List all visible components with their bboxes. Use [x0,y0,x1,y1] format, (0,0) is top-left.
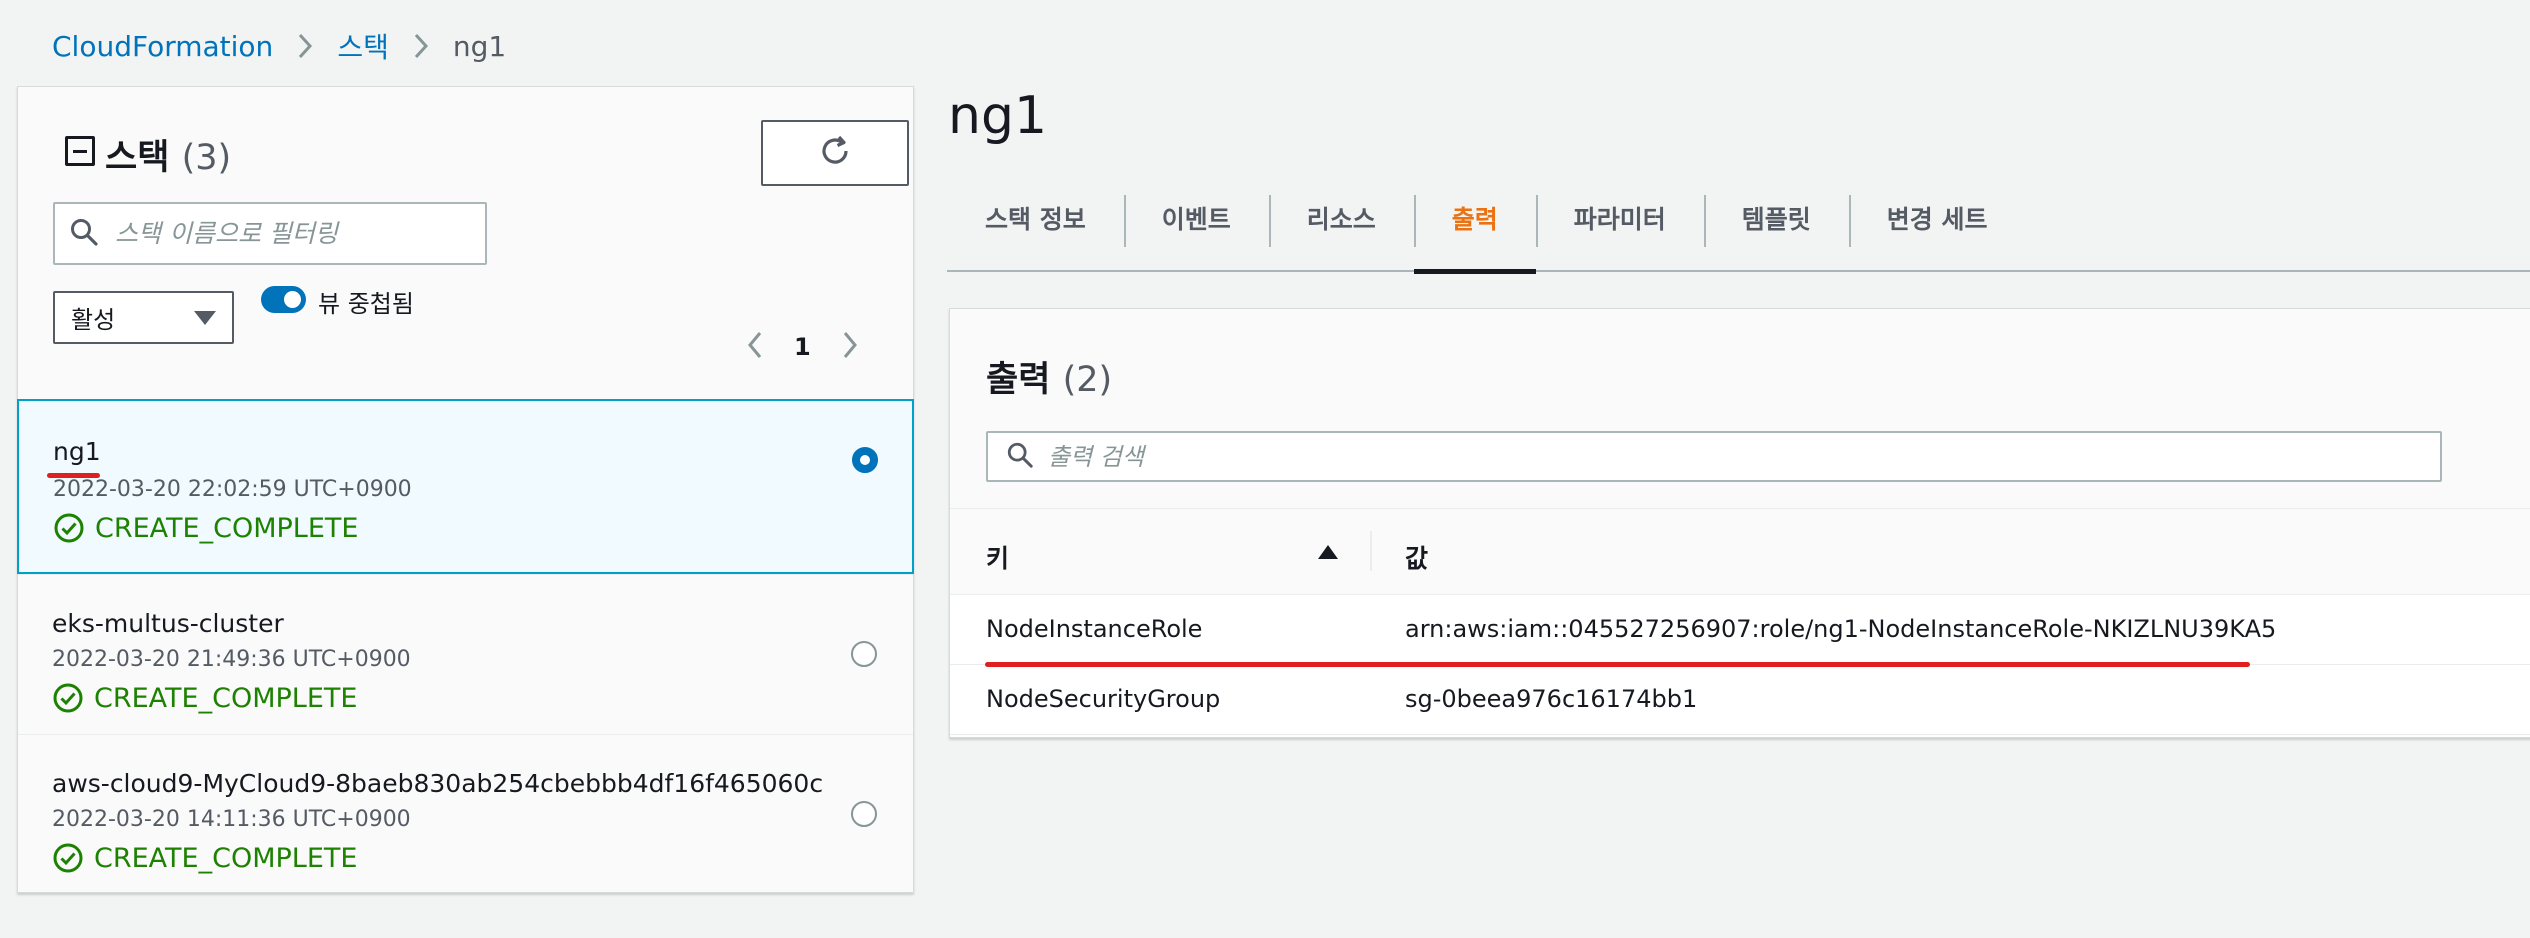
stack-list: ng1 2022-03-20 22:02:59 UTC+0900 CREATE_… [17,399,914,894]
outputs-search-field [986,431,2442,482]
stacks-title-text: 스택 [105,138,170,178]
stack-created-time: 2022-03-20 22:02:59 UTC+0900 [53,477,412,502]
output-key: NodeSecurityGroup [986,685,1221,713]
tab-parameters[interactable]: 파라미터 [1535,182,1704,272]
stack-status: CREATE_COMPLETE [52,682,357,714]
collapse-icon[interactable] [65,136,95,166]
page-number[interactable]: 1 [794,333,811,361]
tab-change-sets[interactable]: 변경 세트 [1848,182,2026,272]
column-header-key[interactable]: 키 [986,539,1009,575]
stacks-count: (3) [181,138,232,178]
stacks-panel-title: 스택 (3) [105,129,231,180]
stack-status-text: CREATE_COMPLETE [94,842,358,874]
stacks-panel: 스택 (3) 활성 뷰 중첩됨 [17,86,914,893]
status-filter-value: 활성 [71,306,116,334]
output-value: arn:aws:iam::045527256907:role/ng1-NodeI… [1405,615,2277,643]
pagination: 1 [746,327,859,367]
check-circle-icon [52,682,84,714]
stack-item-ng1[interactable]: ng1 2022-03-20 22:02:59 UTC+0900 CREATE_… [17,399,914,574]
column-header-value: 값 [1405,544,1429,573]
outputs-panel: 출력 (2) 키 값 NodeInstanceRole arn:aws:iam:… [949,308,2530,738]
stack-filter-input[interactable] [115,219,485,248]
stack-name[interactable]: aws-cloud9-MyCloud9-8baeb830ab254cbebbb4… [52,769,823,798]
search-icon [69,217,99,251]
stack-radio[interactable] [851,641,877,667]
stack-radio-selected[interactable] [852,447,878,473]
outputs-search-input[interactable] [1048,442,2440,471]
stack-name[interactable]: eks-multus-cluster [52,609,284,638]
stack-status-text: CREATE_COMPLETE [94,682,358,714]
outputs-header: 출력 (2) [950,309,2530,509]
nested-view-label: 뷰 중첩됨 [318,290,414,318]
stack-name[interactable]: ng1 [53,437,101,466]
stack-status-text: CREATE_COMPLETE [95,512,359,544]
breadcrumb-current: ng1 [452,29,507,63]
nested-view-toggle[interactable] [261,286,306,313]
column-divider[interactable] [1370,531,1372,571]
breadcrumb: CloudFormation 스택 ng1 [52,26,506,66]
page-title: ng1 [948,86,1048,146]
tab-template[interactable]: 템플릿 [1703,182,1849,272]
annotation-underline [985,662,2250,667]
chevron-right-icon [413,32,429,60]
outputs-table-header: 키 값 [950,509,2530,595]
prev-page-icon[interactable] [746,330,764,364]
stack-item-eks-multus-cluster[interactable]: eks-multus-cluster 2022-03-20 21:49:36 U… [18,574,913,734]
stack-created-time: 2022-03-20 14:11:36 UTC+0900 [52,807,411,832]
outputs-title: 출력 (2) [986,351,1112,402]
tab-resources[interactable]: 리소스 [1268,182,1414,272]
tab-outputs[interactable]: 출력 [1413,182,1536,274]
table-row: NodeSecurityGroup sg-0beea976c16174bb1 [950,665,2530,735]
table-row: NodeInstanceRole arn:aws:iam::0455272569… [950,595,2530,665]
next-page-icon[interactable] [841,330,859,364]
refresh-button[interactable] [761,120,909,186]
breadcrumb-cloudformation-link[interactable]: CloudFormation [52,30,273,63]
stacks-panel-header: 스택 (3) 활성 뷰 중첩됨 [18,87,913,399]
search-icon [1006,441,1034,473]
chevron-right-icon [297,32,313,60]
output-value: sg-0beea976c16174bb1 [1405,685,1698,713]
stack-status: CREATE_COMPLETE [52,842,357,874]
detail-tabs: 스택 정보 이벤트 리소스 출력 파라미터 템플릿 변경 세트 [947,182,2530,274]
tab-events[interactable]: 이벤트 [1123,182,1269,272]
sort-ascending-icon[interactable] [1318,545,1338,559]
stack-filter-field [53,202,487,265]
check-circle-icon [52,842,84,874]
toggle-knob [284,291,301,308]
stack-radio[interactable] [851,801,877,827]
caret-down-icon [194,310,216,325]
outputs-count: (2) [1062,360,1113,400]
output-key: NodeInstanceRole [986,615,1203,643]
check-circle-icon [53,512,85,544]
stack-status: CREATE_COMPLETE [53,512,358,544]
refresh-icon [817,133,853,173]
breadcrumb-stacks-link[interactable]: 스택 [337,26,389,66]
outputs-title-text: 출력 [986,360,1051,400]
stack-item-aws-cloud9[interactable]: aws-cloud9-MyCloud9-8baeb830ab254cbebbb4… [18,734,913,894]
stack-created-time: 2022-03-20 21:49:36 UTC+0900 [52,647,411,672]
status-filter-select[interactable]: 활성 [53,291,234,344]
tab-stack-info[interactable]: 스택 정보 [947,182,1124,272]
